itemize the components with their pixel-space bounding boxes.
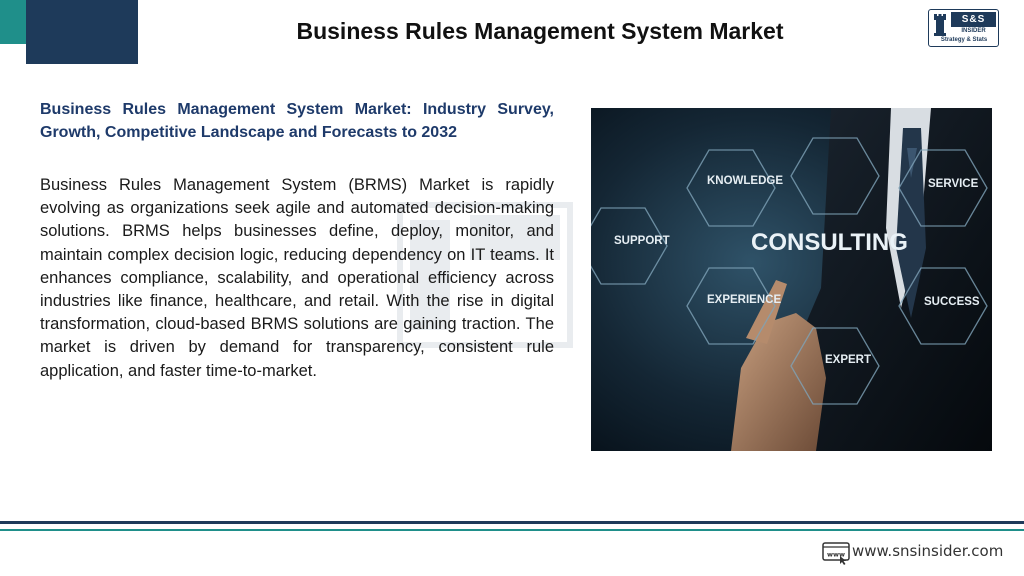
consulting-image: KNOWLEDGE SERVICE SUPPORT CONSULTING EXP…: [591, 108, 992, 451]
logo-name: S&S: [951, 12, 996, 27]
article-headline: Business Rules Management System Market:…: [40, 101, 554, 141]
logo-tagline: Strategy & Stats: [940, 37, 988, 43]
image-label-experience: EXPERIENCE: [707, 294, 781, 306]
page-title: Business Rules Management System Market: [296, 18, 784, 44]
footer-rule-navy: [0, 521, 1024, 524]
article-body: Business Rules Management System (BRMS) …: [40, 176, 554, 380]
image-label-consulting: CONSULTING: [751, 229, 908, 256]
sns-insider-logo: S&S INSIDER Strategy & Stats: [928, 9, 999, 47]
image-label-service: SERVICE: [928, 178, 979, 190]
logo-sub: INSIDER: [961, 28, 986, 34]
image-label-support: SUPPORT: [614, 235, 670, 247]
header-accent-teal: [0, 0, 26, 44]
image-label-success: SUCCESS: [924, 296, 980, 308]
header-accent-navy: [26, 0, 138, 64]
footer-rule-teal: [0, 529, 1024, 531]
image-label-expert: EXPERT: [825, 354, 871, 366]
website-icon-text: www: [827, 551, 845, 559]
website-icon: www: [822, 542, 850, 565]
image-label-knowledge: KNOWLEDGE: [707, 175, 783, 187]
website-link[interactable]: www.snsinsider.com: [852, 542, 1003, 560]
